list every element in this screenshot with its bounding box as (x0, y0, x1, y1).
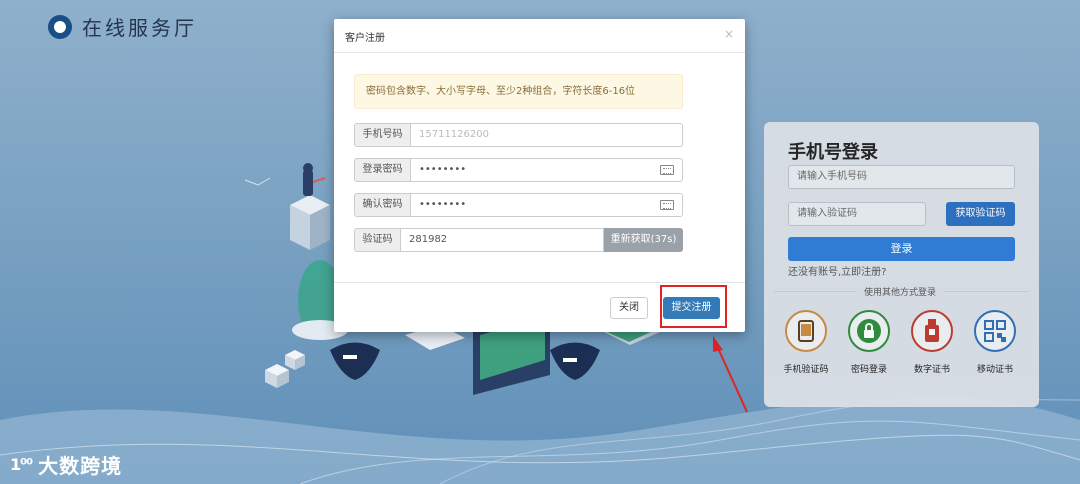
phone-login-panel: 手机号登录 请输入手机号码 请输入验证码 获取验证码 登录 还没有账号,立即注册… (764, 122, 1039, 407)
brand: 在线服务厅 (43, 10, 197, 43)
submit-highlight-box (660, 285, 727, 328)
close-button[interactable]: 关闭 (610, 297, 648, 319)
phone-label: 手机号码 (354, 123, 411, 147)
code-label: 验证码 (354, 228, 401, 252)
brand-logo-icon (43, 10, 77, 43)
method-password[interactable]: 密码登录 (844, 310, 894, 375)
method-label: 移动证书 (976, 365, 1013, 375)
close-icon[interactable]: × (724, 27, 734, 41)
confirm-password-input[interactable]: •••••••• (411, 193, 683, 217)
method-phone-code[interactable]: 手机验证码 (781, 310, 831, 375)
phone-icon (785, 310, 827, 352)
modal-header: 客户注册 × (334, 19, 745, 53)
modal-title: 客户注册 (345, 33, 385, 44)
keyboard-icon[interactable] (660, 200, 674, 210)
watermark: 1⁰⁰ 大数跨境 (10, 450, 122, 479)
method-label: 手机验证码 (783, 365, 829, 375)
usb-key-icon (911, 310, 953, 352)
code-value: 281982 (409, 234, 448, 245)
phone-value: 15711126200 (419, 129, 489, 140)
qr-code-icon (974, 310, 1016, 352)
refetch-code-button[interactable]: 重新获取(37s) (604, 228, 683, 252)
method-label: 密码登录 (850, 365, 887, 375)
login-code-input[interactable]: 请输入验证码 (788, 202, 926, 226)
phone-row: 手机号码 15711126200 (354, 123, 683, 147)
method-label: 数字证书 (913, 365, 950, 375)
lock-icon (848, 310, 890, 352)
code-input[interactable]: 281982 (401, 228, 604, 252)
watermark-text: 大数跨境 (38, 454, 123, 478)
login-phone-input[interactable]: 请输入手机号码 (788, 165, 1015, 189)
brand-name: 在线服务厅 (82, 16, 197, 40)
password-label: 登录密码 (354, 158, 411, 182)
other-methods-divider: 使用其他方式登录 (774, 285, 1029, 298)
keyboard-icon[interactable] (660, 165, 674, 175)
arrow-annotation-icon (713, 336, 748, 413)
method-digital-cert[interactable]: 数字证书 (907, 310, 957, 375)
confirm-value: •••••••• (419, 199, 467, 210)
code-row: 验证码 281982 重新获取(37s) (354, 228, 683, 252)
password-rule-notice: 密码包含数字、大小写字母、至少2种组合，字符长度6-16位 (354, 74, 683, 109)
password-value: •••••••• (419, 164, 467, 175)
password-input[interactable]: •••••••• (411, 158, 683, 182)
confirm-label: 确认密码 (354, 193, 411, 217)
modal-footer-divider (334, 282, 745, 283)
phone-input[interactable]: 15711126200 (411, 123, 683, 147)
confirm-row: 确认密码 •••••••• (354, 193, 683, 217)
login-title: 手机号登录 (788, 142, 878, 163)
other-methods-label: 使用其他方式登录 (856, 285, 945, 298)
login-button[interactable]: 登录 (788, 237, 1015, 261)
get-code-button[interactable]: 获取验证码 (946, 202, 1015, 226)
password-row: 登录密码 •••••••• (354, 158, 683, 182)
register-link[interactable]: 还没有账号,立即注册? (788, 263, 887, 278)
method-mobile-cert[interactable]: 移动证书 (970, 310, 1020, 375)
watermark-logo-icon: 1⁰⁰ (10, 455, 33, 474)
